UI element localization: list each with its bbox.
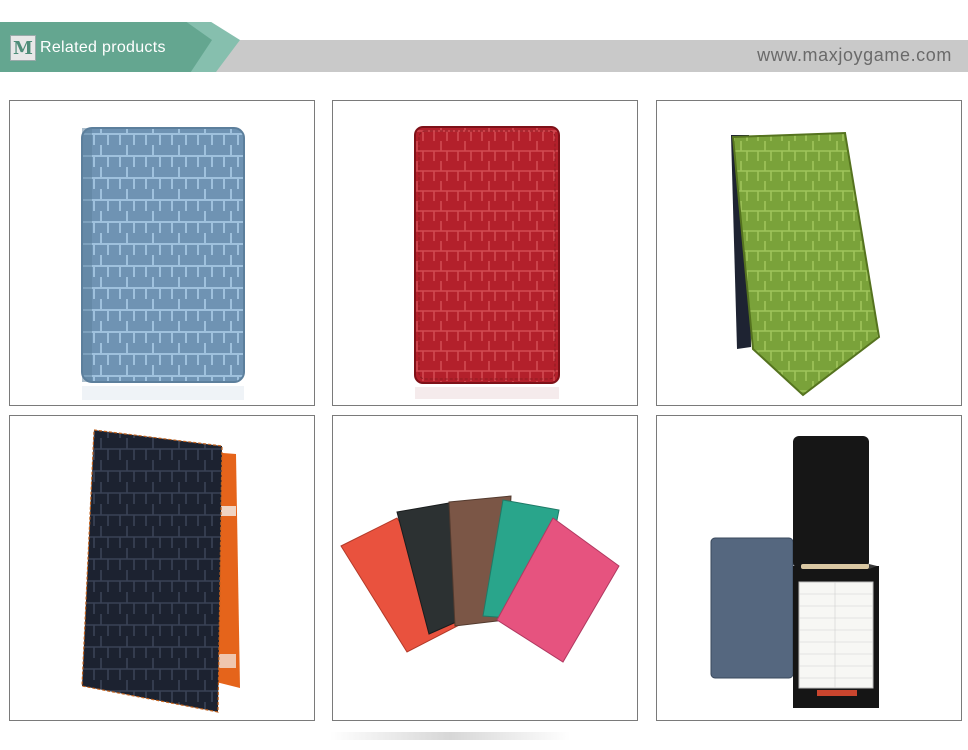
product-card-green-croc[interactable]	[656, 100, 962, 406]
product-card-scorecard-set[interactable]	[656, 415, 962, 721]
product-card-color-fan[interactable]	[332, 415, 638, 721]
multicolor-croc-covers-image	[340, 495, 620, 663]
black-croc-holder-image	[81, 429, 240, 713]
product-card-black-croc[interactable]	[9, 415, 315, 721]
product-card-blue-croc[interactable]	[9, 100, 315, 406]
product-card-red-croc[interactable]	[332, 100, 638, 406]
footer-fade-decoration	[330, 732, 570, 740]
scorecard-holder-with-pencil-image	[710, 436, 879, 708]
green-croc-holder-image	[731, 131, 881, 397]
product-grid	[0, 0, 968, 750]
red-croc-holder-image	[414, 126, 560, 399]
blue-croc-notebook-image	[81, 127, 245, 400]
